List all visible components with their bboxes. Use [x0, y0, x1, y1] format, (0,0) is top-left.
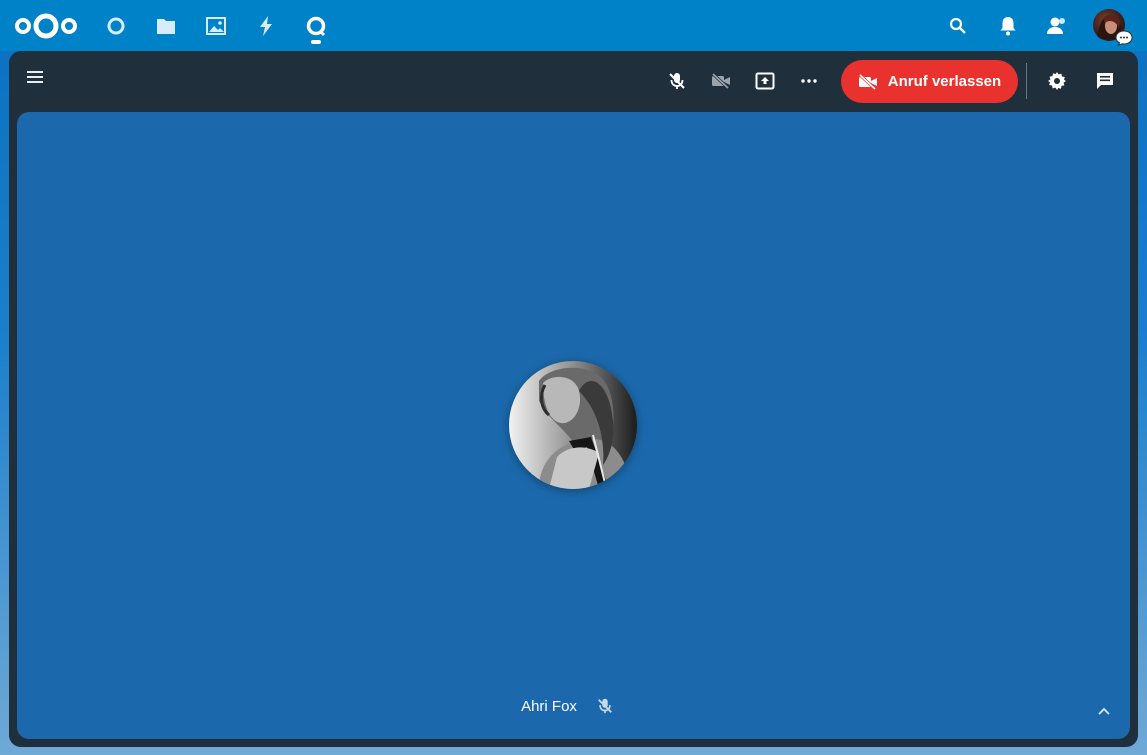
call-window: Anruf verlassen Ahri Fox	[9, 51, 1138, 747]
call-top-bar: Anruf verlassen	[9, 51, 1138, 111]
dashboard-app-icon[interactable]	[104, 14, 128, 38]
video-stage: Ahri Fox	[17, 112, 1130, 739]
toggle-camera-button[interactable]	[707, 67, 735, 95]
status-message-icon	[1115, 30, 1133, 46]
leave-call-label: Anruf verlassen	[887, 73, 1002, 90]
call-settings-button[interactable]	[1043, 67, 1071, 95]
share-screen-button[interactable]	[751, 67, 779, 95]
contacts-icon[interactable]	[1045, 14, 1069, 38]
chevron-up-icon	[1098, 707, 1110, 715]
chat-button[interactable]	[1091, 67, 1119, 95]
header-divider	[1026, 63, 1027, 99]
collapse-stripe-button[interactable]	[1094, 701, 1114, 721]
search-icon[interactable]	[946, 14, 970, 38]
more-actions-button[interactable]	[795, 67, 823, 95]
navigation-menu-toggle[interactable]	[25, 67, 45, 87]
files-app-icon[interactable]	[154, 14, 178, 38]
photos-app-icon[interactable]	[204, 14, 228, 38]
bell-icon[interactable]	[996, 14, 1020, 38]
video-off-icon	[711, 73, 730, 89]
leave-call-button[interactable]: Anruf verlassen	[841, 60, 1018, 103]
more-icon	[801, 79, 817, 83]
microphone-off-icon	[669, 73, 685, 89]
participant-name: Ahri Fox	[521, 698, 577, 715]
screen-share-icon	[755, 72, 775, 90]
active-app-indicator	[311, 40, 321, 44]
nextcloud-logo[interactable]	[14, 12, 78, 40]
top-navigation-bar	[0, 0, 1147, 51]
participant-avatar	[509, 361, 637, 489]
video-off-icon	[858, 73, 877, 90]
mute-microphone-button[interactable]	[663, 67, 691, 95]
talk-app-icon[interactable]	[304, 14, 328, 38]
microphone-off-icon	[596, 697, 614, 715]
gear-icon	[1048, 72, 1066, 90]
activity-app-icon[interactable]	[254, 14, 278, 38]
chat-icon	[1097, 73, 1113, 89]
